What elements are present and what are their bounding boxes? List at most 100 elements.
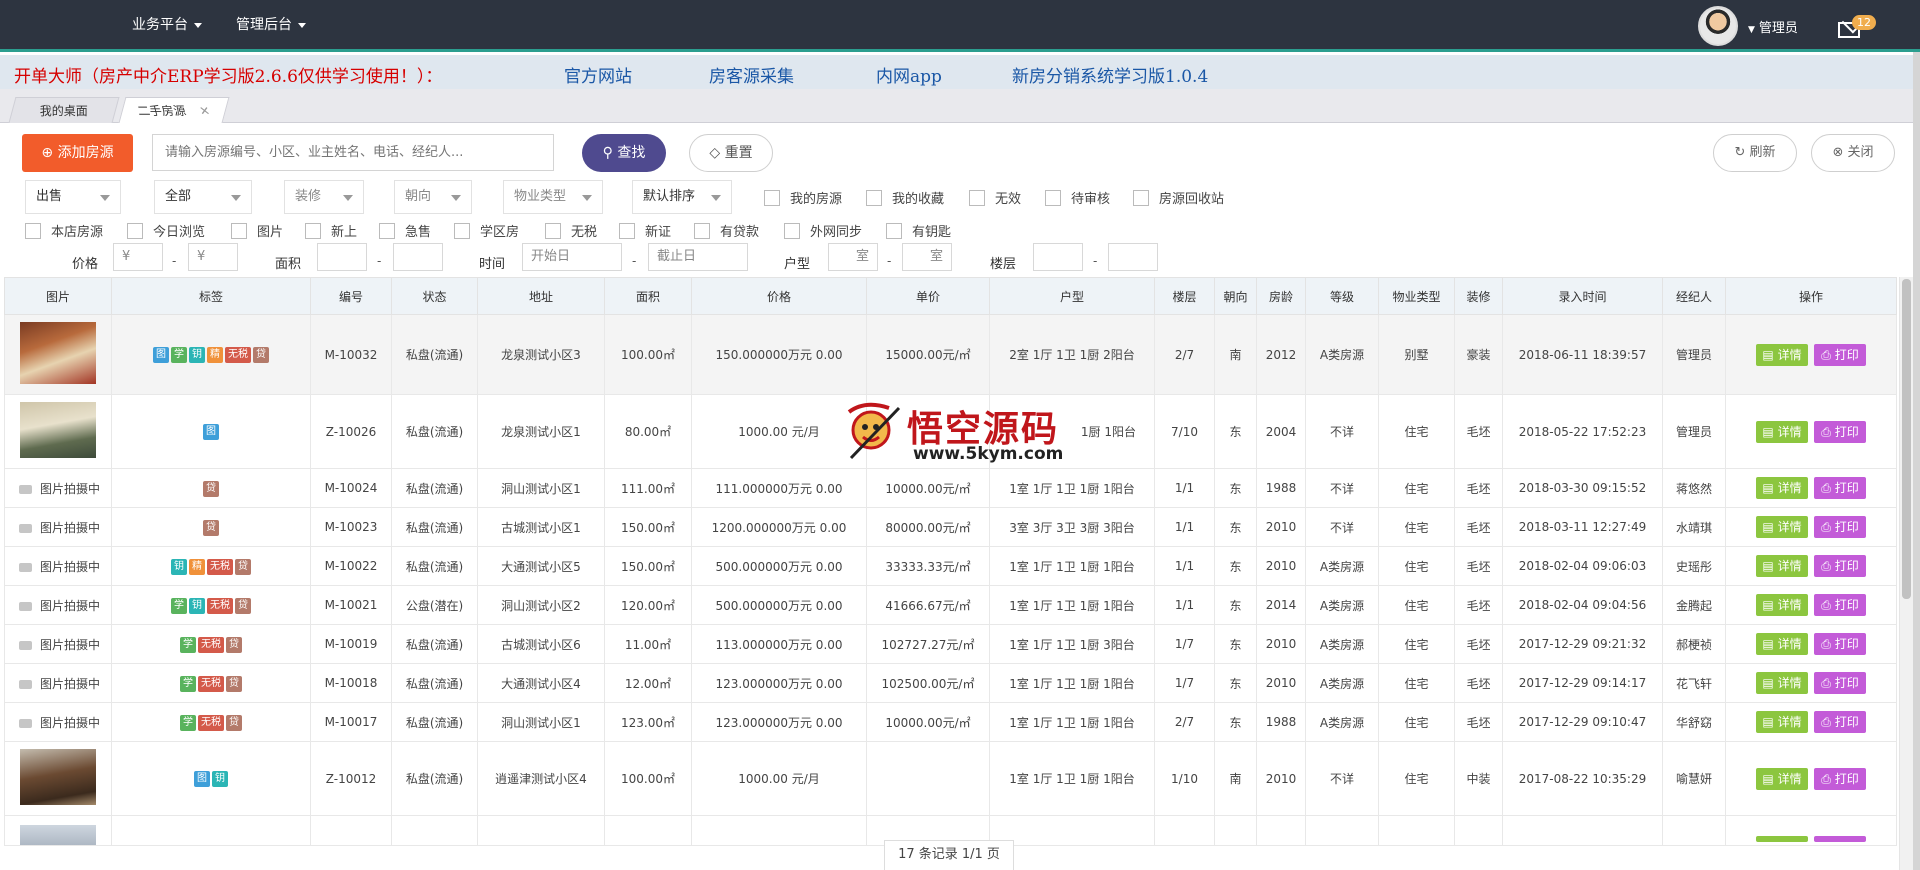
nav-business-platform[interactable]: 业务平台	[132, 14, 202, 34]
check-my-favorites[interactable]: 我的收藏	[866, 188, 944, 207]
refresh-button[interactable]: ↻ 刷新	[1713, 134, 1797, 172]
print-button[interactable]: ⎙ 打印	[1814, 672, 1866, 694]
room-max-input[interactable]: 室	[902, 243, 952, 271]
select-sort[interactable]: 默认排序	[632, 180, 732, 214]
header-floor[interactable]: 楼层	[1154, 277, 1215, 315]
table-row[interactable]: 图学钥精无税贷 M-10032 私盘(流通) 龙泉测试小区3 100.00㎡ 1…	[4, 314, 1897, 395]
nav-admin-backend[interactable]: 管理后台	[236, 14, 306, 34]
listing-code[interactable]: M-10017	[310, 702, 392, 742]
avatar[interactable]	[1698, 6, 1738, 46]
table-row[interactable]: 图片拍摄中 学无税贷 M-10017 私盘(流通) 洞山测试小区1 123.00…	[4, 702, 1897, 742]
detail-button[interactable]: ▤ 详情	[1756, 477, 1808, 499]
user-menu[interactable]: ▼ 管理员	[1748, 17, 1798, 36]
tab-second-hand[interactable]: 二手房源 ✕	[118, 97, 230, 124]
close-button[interactable]: ⊗ 关闭	[1811, 134, 1895, 172]
detail-button[interactable]: ▤ 详情	[1756, 555, 1808, 577]
add-listing-button[interactable]: ⊕ 添加房源	[22, 134, 133, 172]
header-photo[interactable]: 图片	[4, 277, 112, 315]
search-input[interactable]	[152, 134, 554, 171]
listing-code[interactable]: Z-10026	[310, 394, 392, 469]
header-unit-price[interactable]: 单价	[866, 277, 990, 315]
select-scope[interactable]: 全部	[154, 180, 252, 214]
detail-button[interactable]: ▤ 详情	[1756, 594, 1808, 616]
print-button[interactable]: ⎙ 打印	[1814, 516, 1866, 538]
print-button[interactable]: ⎙ 打印	[1814, 633, 1866, 655]
check-my-listings[interactable]: 我的房源	[764, 188, 842, 207]
link-official-site[interactable]: 官方网站	[564, 62, 632, 87]
listing-code[interactable]: M-10024	[310, 468, 392, 508]
listing-photo[interactable]	[20, 749, 96, 805]
link-listing-collect[interactable]: 房客源采集	[709, 62, 794, 87]
header-address[interactable]: 地址	[477, 277, 605, 315]
area-max-input[interactable]	[393, 243, 443, 271]
detail-button[interactable]: ▤ 详情	[1756, 767, 1808, 790]
detail-button[interactable]: ▤ 详情	[1756, 343, 1808, 366]
check-store-listings[interactable]: 本店房源	[25, 221, 103, 240]
check-no-tax[interactable]: 无税	[545, 221, 597, 240]
select-property-type[interactable]: 物业类型	[503, 180, 603, 214]
header-tags[interactable]: 标签	[111, 277, 311, 315]
select-sale-type[interactable]: 出售	[25, 180, 121, 214]
check-loan[interactable]: 有贷款	[694, 221, 759, 240]
price-min-input[interactable]: ¥	[113, 243, 163, 271]
table-row[interactable]: 图片拍摄中 学无税贷 M-10019 私盘(流通) 古城测试小区6 11.00㎡…	[4, 624, 1897, 664]
room-min-input[interactable]: 室	[828, 243, 878, 271]
print-button[interactable]: ⎙ 打印	[1814, 555, 1866, 577]
close-icon[interactable]: ✕	[196, 98, 213, 124]
table-row[interactable]: 图片拍摄中 贷 M-10024 私盘(流通) 洞山测试小区1 111.00㎡ 1…	[4, 468, 1897, 508]
print-button[interactable]: ⎙ 打印	[1814, 594, 1866, 616]
listing-code[interactable]: M-10023	[310, 507, 392, 547]
print-button[interactable]	[1814, 836, 1866, 842]
listing-photo[interactable]	[20, 825, 96, 845]
floor-min-input[interactable]	[1033, 243, 1083, 271]
print-button[interactable]: ⎙ 打印	[1814, 343, 1866, 366]
detail-button[interactable]: ▤ 详情	[1756, 672, 1808, 694]
table-row[interactable]: 图片拍摄中 学钥无税贷 M-10021 公盘(潜在) 洞山测试小区2 120.0…	[4, 585, 1897, 625]
check-has-photo[interactable]: 图片	[231, 221, 283, 240]
detail-button[interactable]: ▤ 详情	[1756, 420, 1808, 443]
header-decoration[interactable]: 装修	[1454, 277, 1503, 315]
check-recycle-bin[interactable]: 房源回收站	[1133, 188, 1224, 207]
select-orientation[interactable]: 朝向	[394, 180, 472, 214]
listing-code[interactable]: M-10032	[310, 314, 392, 395]
check-invalid[interactable]: 无效	[969, 188, 1021, 207]
tab-my-desktop[interactable]: 我的桌面	[8, 97, 120, 123]
print-button[interactable]: ⎙ 打印	[1814, 767, 1866, 790]
check-urgent[interactable]: 急售	[379, 221, 431, 240]
link-new-house-system[interactable]: 新房分销系统学习版1.0.4	[1012, 62, 1208, 87]
table-row[interactable]: 图片拍摄中 钥精无税贷 M-10022 私盘(流通) 大通测试小区5 150.0…	[4, 546, 1897, 586]
print-button[interactable]: ⎙ 打印	[1814, 711, 1866, 733]
table-row[interactable]: 图钥 Z-10012 私盘(流通) 逍遥津测试小区4 100.00㎡ 1000.…	[4, 741, 1897, 816]
price-max-input[interactable]: ¥	[188, 243, 238, 271]
detail-button[interactable]: ▤ 详情	[1756, 516, 1808, 538]
header-status[interactable]: 状态	[391, 277, 478, 315]
scroll-thumb[interactable]	[1902, 279, 1911, 599]
header-orientation[interactable]: 朝向	[1214, 277, 1257, 315]
listing-photo[interactable]	[20, 322, 96, 384]
table-row[interactable]: 图片拍摄中 贷 M-10023 私盘(流通) 古城测试小区1 150.00㎡ 1…	[4, 507, 1897, 547]
start-date-input[interactable]: 开始日	[522, 243, 622, 271]
reset-button[interactable]: ◇ 重置	[689, 134, 773, 172]
header-layout[interactable]: 户型	[989, 277, 1155, 315]
listing-photo[interactable]	[20, 402, 96, 458]
table-row[interactable]: 图片拍摄中 学无税贷 M-10018 私盘(流通) 大通测试小区4 12.00㎡…	[4, 663, 1897, 703]
detail-button[interactable]: ▤ 详情	[1756, 633, 1808, 655]
header-age[interactable]: 房龄	[1256, 277, 1306, 315]
link-intranet-app[interactable]: 内网app	[876, 62, 942, 87]
table-scrollbar[interactable]	[1899, 277, 1913, 870]
check-new-cert[interactable]: 新证	[619, 221, 671, 240]
header-price[interactable]: 价格	[691, 277, 867, 315]
check-viewed-today[interactable]: 今日浏览	[127, 221, 205, 240]
check-new[interactable]: 新上	[305, 221, 357, 240]
listing-code[interactable]: M-10021	[310, 585, 392, 625]
select-decoration[interactable]: 装修	[284, 180, 364, 214]
print-button[interactable]: ⎙ 打印	[1814, 420, 1866, 443]
check-external-sync[interactable]: 外网同步	[784, 221, 862, 240]
detail-button[interactable]	[1756, 836, 1808, 842]
find-button[interactable]: ⚲ 查找	[582, 134, 666, 172]
header-code[interactable]: 编号	[310, 277, 392, 315]
check-has-key[interactable]: 有钥匙	[886, 221, 951, 240]
listing-code[interactable]: Z-10012	[310, 741, 392, 816]
header-entry-time[interactable]: 录入时间	[1502, 277, 1663, 315]
check-school-district[interactable]: 学区房	[454, 221, 519, 240]
